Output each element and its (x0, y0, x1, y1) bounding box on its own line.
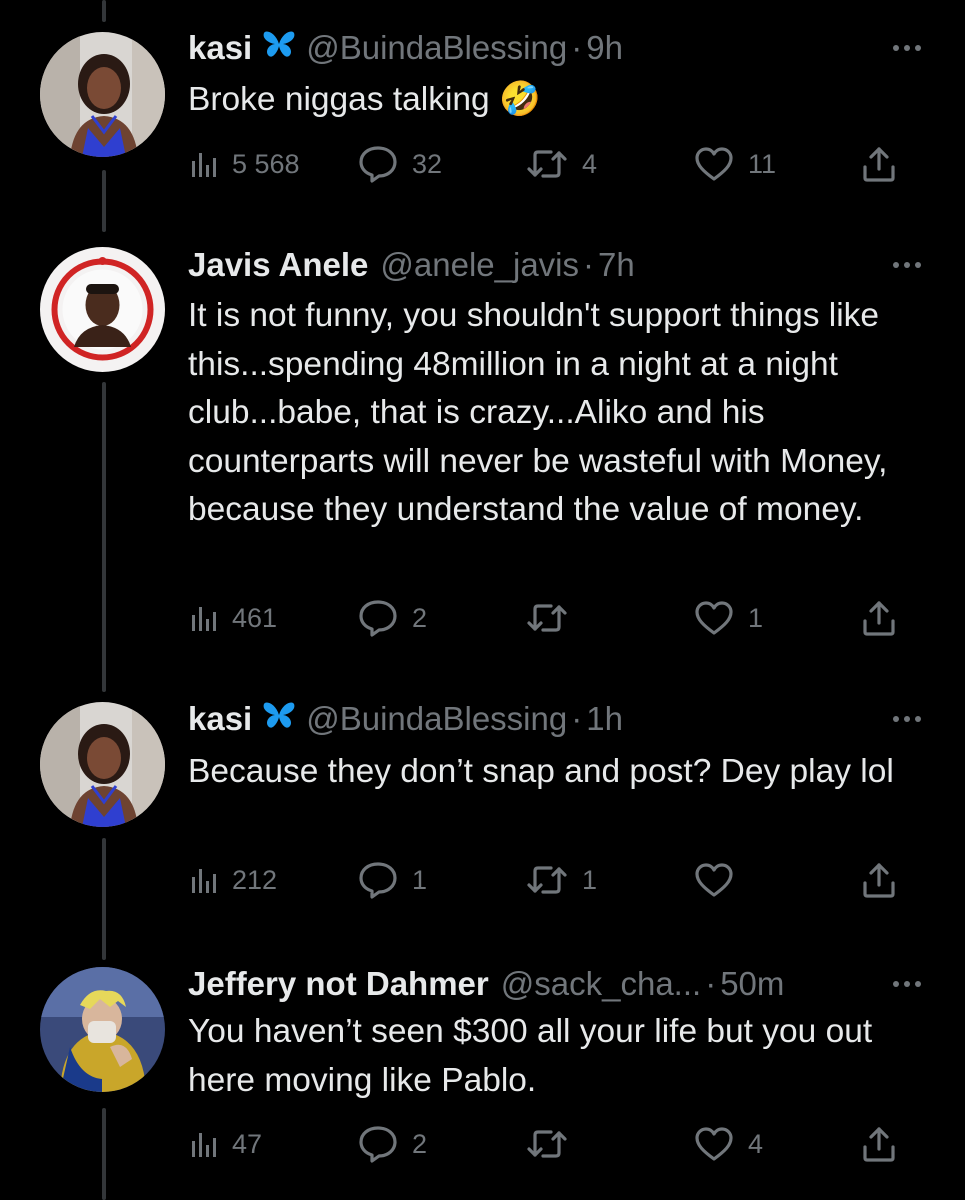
reply-icon (358, 145, 398, 183)
more-icon[interactable] (885, 972, 929, 996)
views-count: 47 (232, 1128, 263, 1159)
share-button[interactable] (861, 858, 897, 902)
avatar[interactable] (40, 247, 165, 372)
tweet-text: You haven’t seen $300 all your life but … (188, 1013, 873, 1099)
butterfly-icon (262, 29, 296, 67)
reply-count: 32 (412, 148, 443, 179)
retweet-icon (526, 147, 568, 181)
butterfly-icon (262, 700, 296, 738)
avatar[interactable] (40, 967, 165, 1092)
retweet-count: 1 (582, 864, 598, 895)
thread-line (102, 170, 106, 232)
separator-dot: · (583, 246, 595, 283)
views-button[interactable]: 461 (188, 596, 277, 640)
retweet-button[interactable]: 1 (526, 858, 597, 902)
tweet-actions: 461 2 1 (188, 596, 908, 640)
avatar[interactable] (40, 32, 165, 157)
tweet-text: Because they don’t snap and post? Dey pl… (188, 753, 894, 790)
like-count: 1 (748, 602, 764, 633)
retweet-count: 4 (582, 148, 598, 179)
share-button[interactable] (861, 1122, 897, 1166)
tweet-header: Javis Anele @anele_javis · 7h (188, 243, 905, 287)
thread-line (102, 838, 106, 960)
tweet-actions: 5 568 32 4 11 (188, 142, 908, 186)
reply-count: 1 (412, 864, 428, 895)
share-icon (861, 599, 897, 637)
reply-button[interactable]: 2 (358, 1122, 427, 1166)
like-icon (694, 862, 734, 898)
reply-button[interactable]: 2 (358, 596, 427, 640)
views-button[interactable]: 47 (188, 1122, 262, 1166)
display-name[interactable]: Jeffery not Dahmer (188, 965, 489, 1003)
share-icon (861, 145, 897, 183)
like-count: 11 (748, 148, 777, 179)
separator-dot: · (705, 965, 717, 1002)
tweet-text: Broke niggas talking 🤣 (188, 81, 541, 118)
tweet-header: kasi @BuindaBlessing · 9h (188, 26, 905, 70)
like-count: 4 (748, 1128, 764, 1159)
like-button[interactable]: 11 (694, 142, 776, 186)
tweet-actions: 47 2 4 (188, 1122, 908, 1166)
views-button[interactable]: 5 568 (188, 142, 300, 186)
tweet-actions: 212 1 1 (188, 858, 908, 902)
handle[interactable]: @BuindaBlessing (306, 700, 567, 738)
like-icon (694, 600, 734, 636)
views-icon (188, 149, 218, 179)
views-icon (188, 865, 218, 895)
handle[interactable]: @sack_cha... (501, 965, 701, 1003)
retweet-icon (526, 863, 568, 897)
handle[interactable]: @BuindaBlessing (306, 29, 567, 67)
timestamp[interactable]: 9h (586, 29, 623, 67)
retweet-button[interactable] (526, 596, 582, 640)
separator-dot: · (571, 29, 583, 66)
thread-line (102, 0, 106, 22)
share-icon (861, 861, 897, 899)
views-icon (188, 1129, 218, 1159)
timestamp[interactable]: 7h (598, 246, 635, 284)
timestamp[interactable]: 1h (586, 700, 623, 738)
share-icon (861, 1125, 897, 1163)
views-count: 461 (232, 602, 278, 633)
retweet-button[interactable] (526, 1122, 582, 1166)
more-icon[interactable] (885, 253, 929, 277)
separator-dot: · (571, 700, 583, 737)
like-button[interactable]: 1 (694, 596, 763, 640)
handle[interactable]: @anele_javis (380, 246, 579, 284)
avatar[interactable] (40, 702, 165, 827)
tweet-text: It is not funny, you shouldn't support t… (188, 297, 888, 528)
views-button[interactable]: 212 (188, 858, 277, 902)
display-name[interactable]: Javis Anele (188, 246, 368, 284)
views-count: 212 (232, 864, 278, 895)
more-icon[interactable] (885, 36, 929, 60)
reply-count: 2 (412, 1128, 428, 1159)
reply-icon (358, 599, 398, 637)
retweet-icon (526, 601, 568, 635)
retweet-icon (526, 1127, 568, 1161)
reply-icon (358, 861, 398, 899)
like-button[interactable] (694, 858, 748, 902)
reply-button[interactable]: 1 (358, 858, 427, 902)
share-button[interactable] (861, 596, 897, 640)
thread-line (102, 1108, 106, 1200)
like-icon (694, 1126, 734, 1162)
display-name[interactable]: kasi (188, 29, 252, 67)
display-name[interactable]: kasi (188, 700, 252, 738)
like-icon (694, 146, 734, 182)
like-button[interactable]: 4 (694, 1122, 763, 1166)
views-icon (188, 603, 218, 633)
share-button[interactable] (861, 142, 897, 186)
tweet-header: Jeffery not Dahmer @sack_cha... · 50m (188, 962, 905, 1006)
tweet-header: kasi @BuindaBlessing · 1h (188, 697, 905, 741)
retweet-button[interactable]: 4 (526, 142, 597, 186)
reply-count: 2 (412, 602, 428, 633)
views-count: 5 568 (232, 148, 300, 179)
reply-icon (358, 1125, 398, 1163)
thread-line (102, 382, 106, 692)
reply-button[interactable]: 32 (358, 142, 442, 186)
more-icon[interactable] (885, 707, 929, 731)
timestamp[interactable]: 50m (720, 965, 784, 1003)
